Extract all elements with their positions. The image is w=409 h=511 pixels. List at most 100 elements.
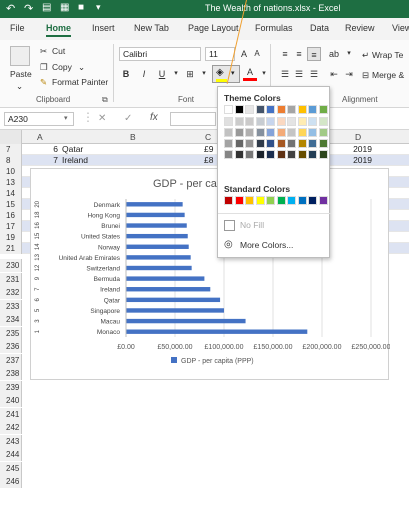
copy-dropdown-icon[interactable]: ⌄: [78, 62, 85, 73]
wrap-text-icon[interactable]: ↵: [362, 50, 369, 61]
row-header[interactable]: 231: [0, 272, 22, 286]
theme-color-swatch[interactable]: [287, 128, 296, 137]
font-size-combo[interactable]: 11: [205, 47, 235, 61]
theme-color-swatch[interactable]: [245, 139, 254, 148]
row-header[interactable]: 14: [0, 188, 22, 199]
theme-color-swatch[interactable]: [234, 139, 244, 148]
column-header-c[interactable]: C: [205, 132, 211, 142]
new-sheet-icon[interactable]: ▦: [60, 2, 69, 13]
tab-new-tab[interactable]: New Tab: [134, 23, 169, 33]
cut-button[interactable]: Cut: [52, 46, 65, 56]
table-row[interactable]: 6 Qatar £9 2019: [22, 144, 409, 155]
row-header[interactable]: 237: [0, 353, 22, 367]
row-header[interactable]: 15: [0, 199, 22, 210]
bar-chart[interactable]: GDP - per capita (PPP) £0.00 £50,000.00 £10…: [30, 168, 391, 380]
wrap-text-button[interactable]: Wrap Te: [372, 50, 403, 60]
theme-color-swatch[interactable]: [234, 128, 244, 137]
standard-color-swatch[interactable]: [308, 196, 317, 205]
theme-color-swatch[interactable]: [224, 105, 233, 114]
theme-color-swatch[interactable]: [245, 128, 254, 137]
select-all-corner[interactable]: [0, 130, 22, 144]
theme-color-swatch[interactable]: [308, 139, 317, 148]
theme-color-swatch[interactable]: [234, 117, 244, 126]
theme-color-swatch[interactable]: [255, 139, 265, 148]
row-header[interactable]: 245: [0, 461, 22, 475]
row-header[interactable]: 243: [0, 434, 22, 448]
orientation-dropdown-icon[interactable]: ▾: [342, 47, 356, 61]
standard-color-swatch[interactable]: [287, 196, 296, 205]
shrink-font-icon[interactable]: A: [250, 47, 264, 61]
tab-insert[interactable]: Insert: [92, 23, 115, 33]
align-middle-icon[interactable]: ≡: [292, 47, 306, 61]
theme-color-swatch[interactable]: [308, 105, 317, 114]
standard-color-swatch[interactable]: [276, 196, 286, 205]
row-header[interactable]: 246: [0, 475, 22, 488]
theme-color-swatch[interactable]: [234, 150, 244, 159]
theme-color-swatch[interactable]: [287, 139, 296, 148]
cancel-icon[interactable]: ✕: [98, 113, 106, 124]
align-left-icon[interactable]: ☰: [278, 67, 292, 81]
tab-data[interactable]: Data: [310, 23, 329, 33]
row-header[interactable]: 19: [0, 232, 22, 243]
align-top-icon[interactable]: ≡: [278, 47, 292, 61]
row-header[interactable]: 232: [0, 286, 22, 299]
column-header-b[interactable]: B: [130, 132, 136, 142]
row-header[interactable]: 17: [0, 221, 22, 232]
table-row[interactable]: 7 Ireland £8 2019: [22, 155, 409, 166]
theme-color-swatch[interactable]: [297, 139, 307, 148]
theme-color-swatch[interactable]: [318, 139, 328, 148]
row-header[interactable]: 16: [0, 210, 22, 221]
align-bottom-icon[interactable]: ≡: [307, 47, 321, 61]
row-header[interactable]: 242: [0, 421, 22, 434]
row-header[interactable]: 21: [0, 243, 22, 254]
standard-color-swatch[interactable]: [318, 196, 328, 205]
theme-color-swatch[interactable]: [224, 117, 233, 126]
theme-color-swatch[interactable]: [276, 150, 286, 159]
decrease-indent-icon[interactable]: ⇤: [327, 67, 341, 81]
palette-icon[interactable]: ◎: [224, 239, 233, 250]
row-header[interactable]: 10: [0, 166, 22, 177]
theme-color-swatch[interactable]: [266, 128, 275, 137]
name-box-dropdown-icon[interactable]: ▾: [64, 114, 68, 122]
copy-button[interactable]: Copy: [52, 62, 72, 72]
borders-dropdown-icon[interactable]: ▾: [197, 67, 211, 81]
merge-icon[interactable]: ⊟: [362, 70, 369, 81]
theme-color-swatch[interactable]: [318, 117, 328, 126]
enter-icon[interactable]: ✓: [124, 113, 132, 124]
cut-icon[interactable]: ✂: [40, 46, 47, 57]
theme-color-swatch[interactable]: [255, 150, 265, 159]
font-name-combo[interactable]: Calibri: [119, 47, 201, 61]
cell-gdp[interactable]: £9: [204, 144, 213, 155]
theme-color-swatch[interactable]: [266, 139, 275, 148]
theme-color-swatch[interactable]: [255, 105, 265, 114]
no-fill-icon[interactable]: [224, 220, 235, 231]
save-icon[interactable]: ■: [78, 2, 84, 13]
row-header[interactable]: 238: [0, 367, 22, 380]
font-color-dropdown-icon[interactable]: ▾: [257, 67, 271, 81]
row-header[interactable]: 7: [0, 144, 22, 155]
cell-rank[interactable]: 6: [32, 144, 58, 155]
theme-color-swatch[interactable]: [276, 139, 286, 148]
theme-color-swatch[interactable]: [224, 150, 233, 159]
theme-color-swatch[interactable]: [234, 105, 244, 114]
theme-color-swatch[interactable]: [255, 117, 265, 126]
row-header[interactable]: 233: [0, 299, 22, 313]
undo-icon[interactable]: ↶: [6, 2, 15, 15]
underline-button[interactable]: U: [155, 67, 169, 81]
theme-color-swatch[interactable]: [318, 128, 328, 137]
tab-home[interactable]: Home: [46, 23, 72, 37]
standard-color-swatch[interactable]: [224, 196, 233, 205]
orientation-icon[interactable]: ab: [327, 47, 341, 61]
standard-color-swatch[interactable]: [297, 196, 307, 205]
theme-color-swatch[interactable]: [245, 105, 254, 114]
row-header[interactable]: 234: [0, 313, 22, 326]
row-header[interactable]: 244: [0, 448, 22, 461]
theme-color-swatch[interactable]: [224, 128, 233, 137]
theme-color-swatch[interactable]: [308, 150, 317, 159]
row-header[interactable]: 13: [0, 177, 22, 188]
cell-country[interactable]: Ireland: [62, 155, 88, 166]
grow-font-icon[interactable]: A: [237, 47, 251, 61]
theme-color-swatch[interactable]: [276, 128, 286, 137]
theme-color-swatch[interactable]: [266, 150, 275, 159]
underline-dropdown-icon[interactable]: ▾: [169, 67, 183, 81]
